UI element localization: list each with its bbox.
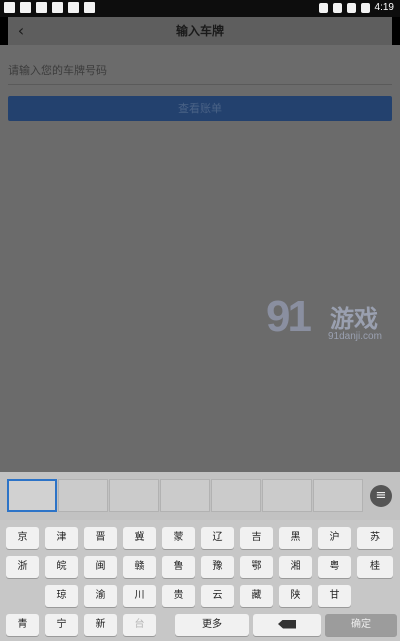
wifi-icon: [332, 2, 342, 13]
key-province[interactable]: 宁: [45, 614, 78, 636]
status-bar: 4:19: [0, 0, 400, 17]
key-province[interactable]: 川: [123, 585, 156, 607]
backspace-icon: [278, 619, 296, 629]
key-province[interactable]: 沪: [318, 527, 351, 549]
key-province[interactable]: 京: [6, 527, 39, 549]
view-bill-button[interactable]: 查看账单: [8, 96, 392, 121]
delete-key[interactable]: [253, 614, 321, 636]
key-province[interactable]: 苏: [357, 527, 393, 549]
key-province[interactable]: 赣: [123, 556, 156, 578]
notification-icon: [84, 2, 95, 13]
plate-slot[interactable]: [160, 479, 210, 512]
key-province[interactable]: 鲁: [162, 556, 195, 578]
key-province[interactable]: 浙: [6, 556, 39, 578]
key-province[interactable]: 藏: [240, 585, 273, 607]
plate-slot[interactable]: [211, 479, 261, 512]
key-province[interactable]: 吉: [240, 527, 273, 549]
notification-icons: [4, 2, 95, 13]
divider: [8, 84, 392, 85]
confirm-key[interactable]: 确定: [325, 614, 397, 636]
key-province[interactable]: 云: [201, 585, 234, 607]
key-province[interactable]: 湘: [279, 556, 312, 578]
plate-slot[interactable]: [109, 479, 159, 512]
battery-icon: [360, 2, 370, 13]
key-province[interactable]: 陕: [279, 585, 312, 607]
sync-icon: [20, 2, 31, 13]
plate-slots: [7, 479, 364, 512]
key-province[interactable]: 黑: [279, 527, 312, 549]
key-province[interactable]: 鄂: [240, 556, 273, 578]
plate-slot[interactable]: [7, 479, 57, 512]
plate-slot[interactable]: [262, 479, 312, 512]
system-icons: 4:19: [318, 2, 394, 13]
notification-icon: [68, 2, 79, 13]
key-province[interactable]: 冀: [123, 527, 156, 549]
key-province[interactable]: 辽: [201, 527, 234, 549]
plate-slots-bar: [0, 472, 400, 520]
notification-icon: [36, 2, 47, 13]
key-province[interactable]: 青: [6, 614, 39, 636]
key-province[interactable]: 豫: [201, 556, 234, 578]
notification-icon: [4, 2, 15, 13]
key-province[interactable]: 蒙: [162, 527, 195, 549]
key-province[interactable]: 津: [45, 527, 78, 549]
plate-number-input[interactable]: [8, 58, 392, 82]
plate-slot[interactable]: [58, 479, 108, 512]
key-province[interactable]: 皖: [45, 556, 78, 578]
key-province[interactable]: 甘: [318, 585, 351, 607]
key-province[interactable]: 新: [84, 614, 117, 636]
keyboard-hide-icon[interactable]: ≡: [370, 485, 392, 507]
signal-icon: [346, 2, 356, 13]
page-title: 输入车牌: [175, 24, 224, 38]
key-province[interactable]: 闽: [84, 556, 117, 578]
location-icon: [318, 2, 328, 13]
key-province[interactable]: 晋: [84, 527, 117, 549]
key-province[interactable]: 渝: [84, 585, 117, 607]
key-province[interactable]: 台: [123, 614, 156, 636]
key-province[interactable]: 琼: [45, 585, 78, 607]
notification-icon: [52, 2, 63, 13]
more-key[interactable]: 更多: [175, 614, 249, 636]
plate-slot[interactable]: [313, 479, 363, 512]
watermark-text: 游戏: [330, 305, 378, 333]
watermark-number: 91: [266, 292, 312, 341]
clock: 4:19: [374, 2, 394, 13]
key-province[interactable]: 贵: [162, 585, 195, 607]
watermark-logo: 91 游戏 91danji.com: [266, 295, 398, 349]
key-province[interactable]: 桂: [357, 556, 393, 578]
watermark-url: 91danji.com: [328, 331, 382, 342]
key-province[interactable]: 粤: [318, 556, 351, 578]
